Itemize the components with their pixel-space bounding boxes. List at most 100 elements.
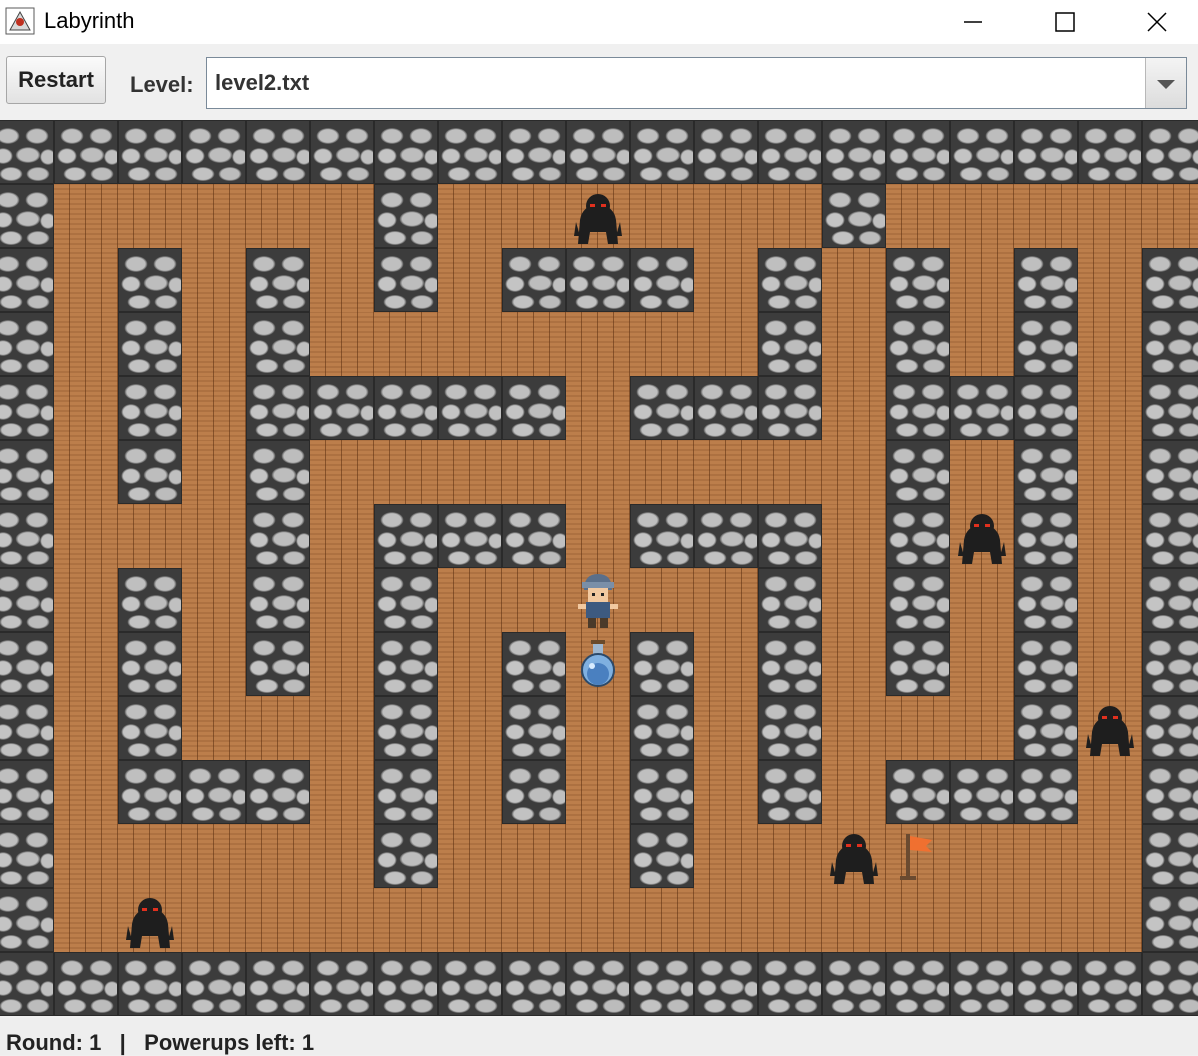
wall-tile <box>182 760 246 824</box>
floor-tile <box>1142 184 1198 248</box>
wall-tile <box>374 632 438 696</box>
restart-button[interactable]: Restart <box>6 56 106 104</box>
wall-tile <box>1142 952 1198 1016</box>
enemy-sprite <box>1078 696 1142 760</box>
floor-tile <box>758 184 822 248</box>
wall-tile <box>822 952 886 1016</box>
wall-tile <box>374 248 438 312</box>
floor-tile <box>502 440 566 504</box>
floor-tile <box>438 440 502 504</box>
wall-tile <box>630 376 694 440</box>
wall-tile <box>950 120 1014 184</box>
floor-tile <box>246 184 310 248</box>
wall-tile <box>310 376 374 440</box>
floor-tile <box>54 888 118 952</box>
floor-tile <box>438 248 502 312</box>
wall-tile <box>118 120 182 184</box>
floor-tile <box>54 504 118 568</box>
floor-tile <box>950 696 1014 760</box>
window-title: Labyrinth <box>44 8 135 33</box>
floor-tile <box>438 824 502 888</box>
floor-tile <box>630 888 694 952</box>
wall-tile <box>630 504 694 568</box>
wall-tile <box>374 504 438 568</box>
wall-tile <box>1014 312 1078 376</box>
wall-tile <box>438 376 502 440</box>
flag-icon <box>886 824 950 888</box>
wall-tile <box>566 952 630 1016</box>
wall-tile <box>502 632 566 696</box>
wall-tile <box>630 696 694 760</box>
minimize-button[interactable] <box>950 0 996 44</box>
wall-tile <box>438 120 502 184</box>
wall-tile <box>886 952 950 1016</box>
floor-tile <box>630 568 694 632</box>
floor-tile <box>310 696 374 760</box>
wall-tile <box>758 696 822 760</box>
floor-tile <box>438 696 502 760</box>
floor-tile <box>566 760 630 824</box>
enemy-sprite <box>950 504 1014 568</box>
floor-tile <box>118 504 182 568</box>
floor-tile <box>1014 184 1078 248</box>
wall-tile <box>950 952 1014 1016</box>
round-counter: Round: 1 <box>6 1030 102 1055</box>
wall-tile <box>0 952 54 1016</box>
wall-tile <box>1142 376 1198 440</box>
wall-tile <box>694 952 758 1016</box>
wall-tile <box>246 248 310 312</box>
floor-tile <box>310 568 374 632</box>
floor-tile <box>310 248 374 312</box>
wall-tile <box>438 952 502 1016</box>
floor-tile <box>1078 568 1142 632</box>
wall-tile <box>950 760 1014 824</box>
floor-tile <box>822 888 886 952</box>
floor-tile <box>54 248 118 312</box>
level-select-value: level2.txt <box>215 70 310 95</box>
wall-tile <box>0 312 54 376</box>
wall-tile <box>758 312 822 376</box>
floor-tile <box>566 312 630 376</box>
wall-tile <box>1142 248 1198 312</box>
wall-tile <box>886 440 950 504</box>
wall-tile <box>630 632 694 696</box>
floor-tile <box>438 312 502 376</box>
floor-tile <box>310 760 374 824</box>
floor-tile <box>694 440 758 504</box>
status-text: Round: 1 | Powerups left: 1 <box>6 1030 314 1056</box>
wall-tile <box>374 696 438 760</box>
wall-tile <box>1014 632 1078 696</box>
wall-tile <box>118 568 182 632</box>
floor-tile <box>1014 888 1078 952</box>
floor-tile <box>310 632 374 696</box>
powerups-counter: Powerups left: 1 <box>144 1030 315 1055</box>
floor-tile <box>54 376 118 440</box>
wall-tile <box>310 120 374 184</box>
floor-tile <box>182 824 246 888</box>
floor-tile <box>950 248 1014 312</box>
wall-tile <box>1014 952 1078 1016</box>
floor-tile <box>886 184 950 248</box>
wall-tile <box>886 376 950 440</box>
wall-tile <box>502 952 566 1016</box>
wall-tile <box>118 440 182 504</box>
floor-tile <box>822 760 886 824</box>
floor-tile <box>566 824 630 888</box>
chevron-down-icon[interactable] <box>1145 58 1186 108</box>
wall-tile <box>1142 888 1198 952</box>
floor-tile <box>182 312 246 376</box>
wall-tile <box>886 312 950 376</box>
floor-tile <box>1078 504 1142 568</box>
wall-tile <box>502 760 566 824</box>
floor-tile <box>822 632 886 696</box>
floor-tile <box>566 376 630 440</box>
enemy-sprite <box>566 184 630 248</box>
wall-tile <box>1014 568 1078 632</box>
wall-tile <box>246 504 310 568</box>
close-button[interactable] <box>1134 0 1180 44</box>
player-icon <box>566 568 630 632</box>
maximize-button[interactable] <box>1042 0 1088 44</box>
level-select[interactable]: level2.txt <box>206 57 1187 109</box>
wall-tile <box>0 120 54 184</box>
wall-tile <box>758 632 822 696</box>
